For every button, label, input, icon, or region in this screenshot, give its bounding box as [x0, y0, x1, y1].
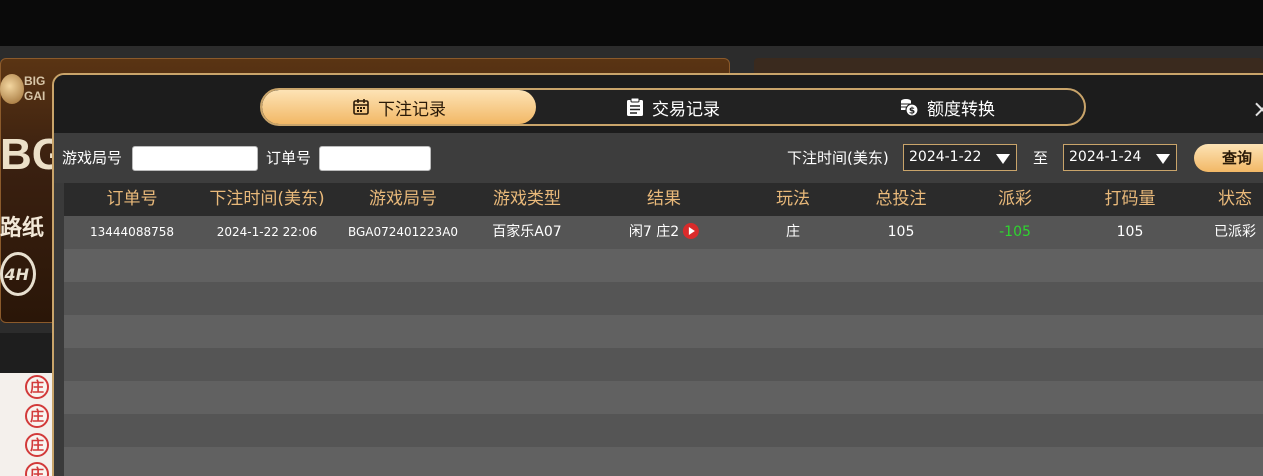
query-button[interactable]: 查询 — [1194, 144, 1263, 172]
game-round-input[interactable] — [132, 146, 258, 171]
road-bead: 庄 — [25, 462, 49, 476]
empty-row — [64, 381, 1263, 414]
24h-badge: 4H — [0, 252, 36, 296]
coins-icon: $ — [899, 97, 919, 117]
clipboard-icon — [626, 97, 644, 117]
cell-play: 庄 — [786, 224, 800, 240]
calendar-icon — [352, 98, 370, 116]
game-round-label: 游戏局号 — [62, 149, 123, 167]
tab-bar: 下注记录 交易记录 $ 额度转换 — [260, 88, 1086, 126]
cell-total-bet: 105 — [887, 224, 915, 240]
empty-row — [64, 315, 1263, 348]
tab-transaction-records[interactable]: 交易记录 — [536, 90, 810, 124]
svg-text:$: $ — [909, 107, 915, 117]
empty-row — [64, 249, 1263, 282]
bg-logo-icon — [0, 74, 24, 104]
cell-game-round: BGA072401223A0 — [347, 225, 459, 239]
cell-result: 闲7 庄2 — [628, 216, 700, 249]
col-game-round: 游戏局号 — [369, 189, 437, 209]
cell-turnover: 105 — [1116, 224, 1144, 240]
bg-band — [0, 333, 60, 373]
col-status: 状态 — [1218, 189, 1252, 209]
col-game-type: 游戏类型 — [493, 189, 561, 209]
table-header: 订单号 下注时间(美东) 游戏局号 游戏类型 结果 玩法 总投注 派彩 打码量 … — [64, 183, 1263, 216]
cell-order-no: 13444088758 — [90, 225, 174, 239]
top-bar — [0, 0, 1263, 46]
col-order-no: 订单号 — [106, 189, 158, 209]
result-text: 闲7 庄2 — [628, 224, 680, 240]
cell-status: 已派彩 — [1214, 224, 1256, 240]
tab-credit-transfer[interactable]: $ 额度转换 — [810, 90, 1084, 124]
road-bead: 庄 — [25, 375, 49, 399]
records-modal: 下注记录 交易记录 $ 额度转换 × 游戏局号 — [52, 73, 1263, 476]
to-label: 至 — [1033, 149, 1049, 167]
table-row[interactable]: 13444088758 2024-1-22 22:06 BGA072401223… — [64, 216, 1263, 249]
date-to-value: 2024-1-24 — [1069, 149, 1142, 165]
caret-down-icon — [996, 154, 1010, 164]
close-icon[interactable]: × — [1252, 97, 1263, 121]
tab-label: 额度转换 — [927, 99, 995, 120]
col-turnover: 打码量 — [1104, 189, 1156, 209]
empty-row — [64, 414, 1263, 447]
play-video-icon[interactable] — [683, 223, 700, 239]
col-total-bet: 总投注 — [875, 189, 927, 209]
cell-bet-time: 2024-1-22 22:06 — [216, 225, 318, 239]
date-from-value: 2024-1-22 — [909, 149, 982, 165]
road-bead: 庄 — [25, 404, 49, 428]
caret-down-icon — [1156, 154, 1170, 164]
cell-game-type: 百家乐A07 — [492, 224, 562, 240]
col-play: 玩法 — [776, 189, 810, 209]
empty-row — [64, 348, 1263, 381]
tab-bet-records[interactable]: 下注记录 — [262, 90, 536, 124]
bet-time-label: 下注时间(美东) — [787, 149, 889, 167]
game-screen: BIG GAI BG 路纸 4H 庄 庄 庄 庄 下注记录 交易记录 $ 额度转… — [0, 0, 1263, 476]
road-bead: 庄 — [25, 433, 49, 457]
date-to-select[interactable]: 2024-1-24 — [1063, 144, 1177, 171]
order-no-label: 订单号 — [266, 149, 312, 167]
empty-row — [64, 447, 1263, 476]
bg-logo-text: BIG GAI — [24, 74, 46, 103]
empty-row — [64, 282, 1263, 315]
records-table: 订单号 下注时间(美东) 游戏局号 游戏类型 结果 玩法 总投注 派彩 打码量 … — [64, 183, 1263, 476]
banner-subtitle: 路纸 — [0, 216, 45, 241]
cell-payout: -105 — [999, 224, 1031, 240]
date-from-select[interactable]: 2024-1-22 — [903, 144, 1017, 171]
bead-road: 庄 庄 庄 庄 — [0, 373, 56, 476]
modal-header: 下注记录 交易记录 $ 额度转换 × — [54, 75, 1263, 133]
filter-bar: 游戏局号 订单号 下注时间(美东) 2024-1-22 至 2024-1-24 … — [54, 133, 1263, 183]
col-result: 结果 — [647, 189, 681, 209]
col-payout: 派彩 — [998, 189, 1032, 209]
tab-label: 交易记录 — [652, 99, 720, 120]
tab-label: 下注记录 — [378, 99, 446, 120]
order-no-input[interactable] — [319, 146, 431, 171]
col-bet-time: 下注时间(美东) — [209, 189, 325, 209]
